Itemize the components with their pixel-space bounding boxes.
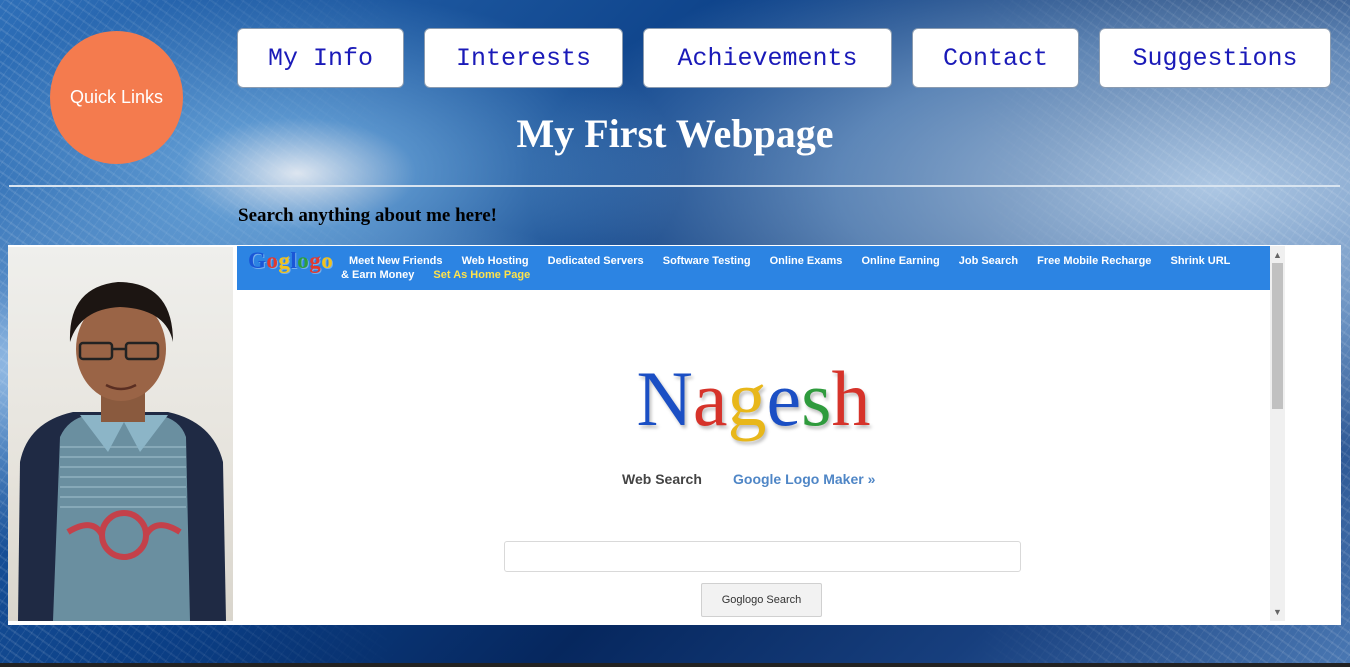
scrollbar[interactable]: ▲ ▼: [1270, 246, 1285, 621]
link-meet-new-friends[interactable]: Meet New Friends: [349, 255, 443, 267]
nav-achievements-button[interactable]: Achievements: [643, 28, 892, 88]
logo-maker-link[interactable]: Google Logo Maker »: [733, 471, 875, 487]
divider: [9, 185, 1340, 187]
link-job-search[interactable]: Job Search: [959, 255, 1018, 267]
logo-letter: G: [248, 248, 267, 273]
search-caption: Search anything about me here!: [238, 205, 497, 226]
brand-letter: a: [692, 355, 728, 442]
search-button[interactable]: Goglogo Search: [701, 583, 822, 617]
logo-letter: o: [266, 248, 279, 273]
brand-letter: s: [801, 355, 832, 442]
logo-letter: o: [321, 248, 334, 273]
profile-photo: [8, 247, 233, 621]
nav-suggestions-button[interactable]: Suggestions: [1099, 28, 1331, 88]
logo-letter: g: [278, 248, 291, 273]
logo-letter: o: [297, 248, 310, 273]
brand-logo: Nagesh: [237, 354, 1270, 444]
scroll-thumb[interactable]: [1272, 263, 1283, 409]
embedded-search-frame[interactable]: Goglogo Meet New Friends Web Hosting Ded…: [237, 246, 1285, 621]
search-input[interactable]: [504, 541, 1021, 572]
brand-letter: N: [636, 355, 693, 442]
scroll-down-arrow-icon[interactable]: ▼: [1270, 606, 1285, 618]
link-online-exams[interactable]: Online Exams: [770, 255, 843, 267]
nav-contact-button[interactable]: Contact: [912, 28, 1079, 88]
bottom-edge: [0, 663, 1350, 667]
link-web-hosting[interactable]: Web Hosting: [462, 255, 529, 267]
link-set-as-home-page[interactable]: Set As Home Page: [433, 269, 530, 281]
nav-my-info-button[interactable]: My Info: [237, 28, 404, 88]
nav-interests-button[interactable]: Interests: [424, 28, 623, 88]
goglogo-logo[interactable]: Goglogo: [248, 248, 333, 274]
link-software-testing[interactable]: Software Testing: [663, 255, 751, 267]
portrait-illustration: [18, 282, 226, 621]
page-title: My First Webpage: [516, 111, 834, 156]
logo-letter: g: [309, 248, 322, 273]
scroll-up-arrow-icon[interactable]: ▲: [1270, 249, 1285, 261]
brand-letter: h: [831, 355, 871, 442]
brand-letter: e: [766, 355, 802, 442]
brand-letter: g: [727, 355, 767, 442]
link-free-mobile-recharge[interactable]: Free Mobile Recharge: [1037, 255, 1151, 267]
web-search-tab[interactable]: Web Search: [622, 471, 702, 487]
link-online-earning[interactable]: Online Earning: [861, 255, 939, 267]
goglogo-links: Meet New Friends Web Hosting Dedicated S…: [341, 254, 1241, 282]
goglogo-top-bar: Goglogo Meet New Friends Web Hosting Ded…: [237, 246, 1270, 290]
link-dedicated-servers[interactable]: Dedicated Servers: [548, 255, 644, 267]
